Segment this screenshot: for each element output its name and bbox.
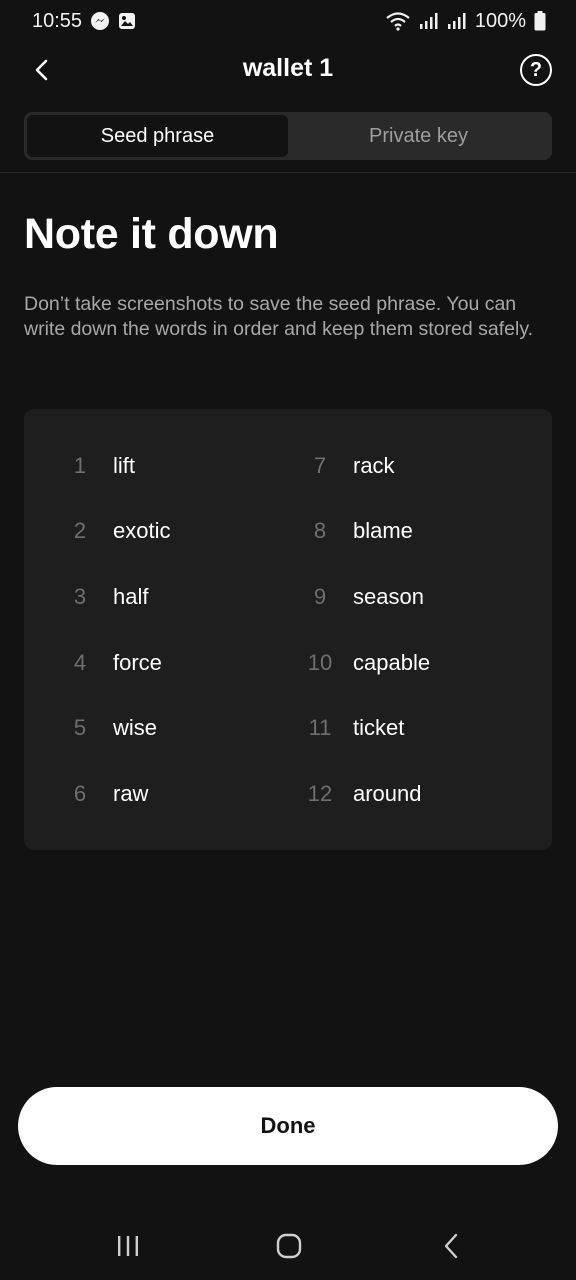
seed-word: capable (353, 649, 431, 675)
system-nav-bar (0, 1216, 576, 1276)
seed-word-row: 1 lift (60, 433, 170, 499)
seed-word-row: 3 half (60, 564, 170, 630)
tab-seed-phrase[interactable]: Seed phrase (27, 115, 288, 157)
seed-phrase-card: 1 lift 2 exotic 3 half 4 force 5 wise 6 … (24, 409, 552, 850)
messenger-icon (90, 11, 110, 31)
seed-word-row: 6 raw (60, 761, 170, 827)
seed-word-number: 12 (307, 780, 333, 806)
segmented-tabs: Seed phrase Private key (24, 112, 552, 160)
system-back-button[interactable] (440, 1232, 464, 1265)
tab-private-key[interactable]: Private key (288, 115, 549, 157)
help-button[interactable]: ? (520, 54, 552, 86)
status-time: 10:55 (32, 9, 83, 32)
status-left: 10:55 (32, 10, 136, 33)
instructions-text: Don’t take screenshots to save the seed … (24, 293, 534, 340)
seed-word: force (113, 649, 162, 675)
battery-percent: 100% (474, 9, 526, 32)
seed-column-left: 1 lift 2 exotic 3 half 4 force 5 wise 6 … (60, 433, 171, 827)
home-icon (276, 1233, 302, 1259)
help-icon: ? (529, 58, 543, 81)
seed-word-row: 2 exotic (60, 499, 171, 565)
seed-word-number: 10 (307, 649, 333, 675)
seed-word-number: 6 (73, 780, 87, 806)
back-icon (444, 1233, 458, 1259)
seed-word: half (113, 583, 149, 609)
done-button[interactable]: Done (18, 1087, 558, 1165)
seed-column-right: 7 rack 8 blame 9 season 10 capable 11 ti… (300, 433, 430, 827)
seed-word: lift (113, 452, 135, 478)
seed-word: ticket (353, 715, 405, 741)
seed-word-number: 8 (313, 518, 327, 544)
seed-word-row: 4 force (60, 630, 170, 696)
seed-word-row: 7 rack (300, 433, 430, 499)
seed-word-row: 12 around (300, 761, 430, 827)
status-bar: 10:55 100% (0, 0, 576, 42)
seed-word-number: 9 (313, 583, 327, 609)
wifi-icon (385, 11, 411, 31)
battery-icon (534, 11, 546, 31)
signal-icon (419, 12, 439, 30)
top-nav-bar: wallet 1 ? (0, 44, 576, 96)
seed-word: wise (113, 715, 158, 741)
seed-word: exotic (113, 518, 171, 544)
seed-word-number: 11 (308, 715, 332, 741)
recent-apps-button[interactable] (116, 1234, 140, 1263)
signal-icon-2 (447, 12, 467, 30)
seed-word-row: 8 blame (300, 499, 430, 565)
section-heading: Note it down (24, 210, 279, 258)
seed-word-row: 11 ticket (300, 695, 430, 761)
seed-word: rack (353, 452, 395, 478)
seed-word-row: 10 capable (300, 630, 430, 696)
seed-word-row: 9 season (300, 564, 430, 630)
seed-word: raw (113, 780, 149, 806)
recent-apps-icon (118, 1236, 138, 1256)
seed-word: season (353, 583, 424, 609)
seed-word-row: 5 wise (60, 695, 170, 761)
seed-word-number: 7 (313, 452, 327, 478)
status-right: 100% (385, 10, 546, 33)
home-button[interactable] (276, 1233, 302, 1264)
divider (0, 172, 576, 173)
seed-word-number: 4 (73, 649, 87, 675)
seed-word: blame (353, 518, 413, 544)
page-title: wallet 1 (242, 54, 334, 82)
seed-word-number: 3 (73, 583, 87, 609)
seed-word-number: 1 (73, 452, 87, 478)
gallery-icon (118, 12, 136, 30)
seed-word-number: 5 (73, 715, 87, 741)
seed-word-number: 2 (73, 518, 87, 544)
seed-word: around (353, 780, 422, 806)
